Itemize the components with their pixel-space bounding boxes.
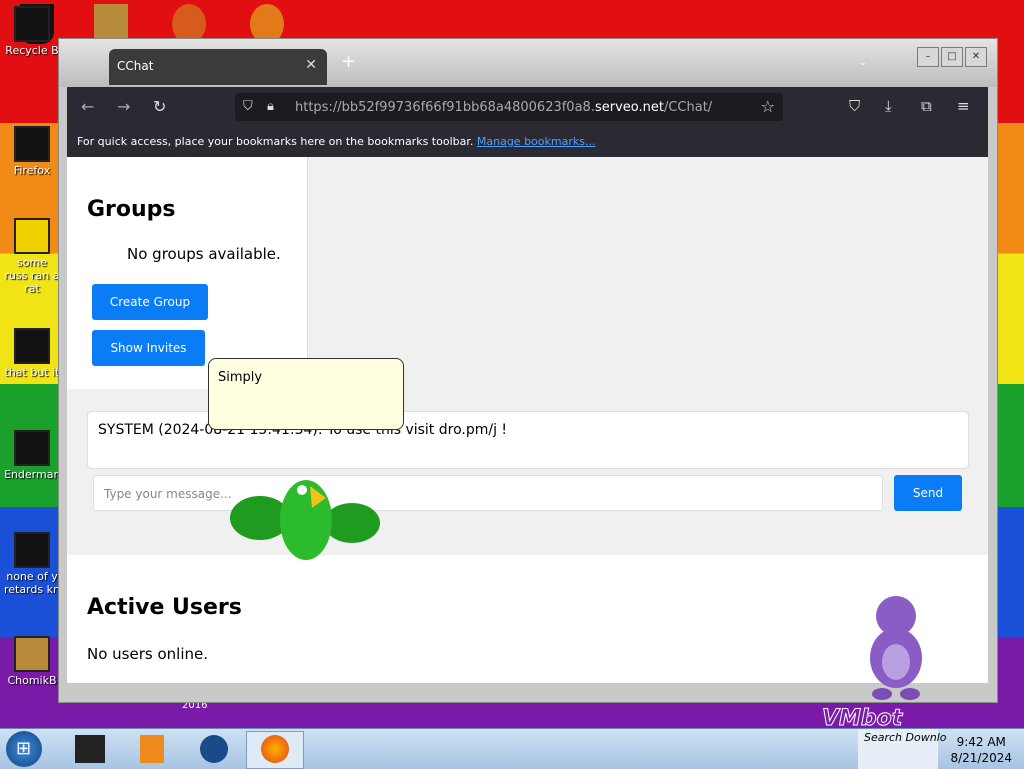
url-text[interactable]: https://bb52f99736f66f91bb68a4800623f0a8… xyxy=(295,100,712,115)
extensions-icon[interactable]: ⧉ xyxy=(921,97,932,115)
desktop-icon-label: ChomikB xyxy=(7,674,57,687)
desktop-icon-file-3[interactable]: none of y retards kn xyxy=(4,532,60,596)
taskbar-app-media[interactable] xyxy=(124,731,180,767)
media-player-icon xyxy=(140,735,164,763)
close-tab-icon[interactable]: ✕ xyxy=(305,57,317,73)
app-icon xyxy=(75,735,105,763)
download-icon[interactable]: ⤓ xyxy=(885,97,892,115)
clock[interactable]: 9:42 AM 8/21/2024 xyxy=(950,734,1012,766)
pocket-icon[interactable]: ⛉ xyxy=(849,97,860,115)
clock-time: 9:42 AM xyxy=(956,735,1006,749)
desktop-icon-file-1[interactable]: some russ ran a rat xyxy=(4,218,60,295)
taskbar-app-firefox[interactable] xyxy=(246,731,304,769)
lock-icon[interactable]: 🔒︎ xyxy=(267,99,274,114)
bookmarks-hint: For quick access, place your bookmarks h… xyxy=(77,135,474,148)
new-tab-button[interactable]: + xyxy=(341,51,356,72)
recycle-bin-icon xyxy=(14,6,50,42)
create-group-button[interactable]: Create Group xyxy=(92,284,208,320)
tab-cchat[interactable]: CChat ✕ xyxy=(109,49,327,85)
start-button[interactable]: ⊞ xyxy=(6,731,42,767)
close-window-button[interactable]: ✕ xyxy=(965,47,987,67)
groups-panel: Groups No groups available. Create Group… xyxy=(67,157,308,389)
groups-title: Groups xyxy=(87,197,176,222)
active-users-panel: Active Users No users online. xyxy=(67,555,988,683)
desktop-icon-label: none of y retards kn xyxy=(4,570,60,596)
search-downloads-text: Search Downlo xyxy=(864,731,947,744)
menu-icon[interactable]: ≡ xyxy=(957,97,970,115)
tab-strip: CChat ✕ + ⌄ – □ ✕ xyxy=(59,39,997,87)
desktop-icon-file-2[interactable]: that but it xyxy=(4,328,60,379)
bookmarks-toolbar: For quick access, place your bookmarks h… xyxy=(67,127,988,157)
clock-date: 8/21/2024 xyxy=(950,751,1012,765)
list-tabs-icon[interactable]: ⌄ xyxy=(859,57,867,68)
url-host-dim: bb52f99736f66f91bb68a4800623f0a8. xyxy=(341,100,595,115)
file-icon xyxy=(14,328,50,364)
parrot-eye xyxy=(297,485,307,495)
url-bar[interactable]: ⛉ 🔒︎ https://bb52f99736f66f91bb68a480062… xyxy=(235,93,783,121)
desktop-icon-enderman[interactable]: Enderman xyxy=(4,430,60,481)
maximize-button[interactable]: □ xyxy=(941,47,963,67)
url-host: serveo.net xyxy=(594,100,664,115)
taskbar-app-globe[interactable] xyxy=(186,731,242,767)
forward-icon[interactable]: → xyxy=(117,97,130,116)
desktop-icon-firefox[interactable]: Firefox xyxy=(4,126,60,177)
bookmark-star-icon[interactable]: ☆ xyxy=(761,97,775,116)
file-icon xyxy=(14,430,50,466)
send-button[interactable]: Send xyxy=(894,475,962,511)
speech-bubble-text: Simply xyxy=(218,370,263,385)
groups-empty-text: No groups available. xyxy=(127,245,281,263)
desktop-icon-label: Recycle B xyxy=(5,44,59,57)
speech-bubble: Simply xyxy=(208,358,404,430)
bonzi-foot-right xyxy=(900,688,920,700)
desktop-icon-label: Enderman xyxy=(4,468,61,481)
file-icon xyxy=(14,532,50,568)
bonzi-belly xyxy=(882,644,910,680)
parrot-character[interactable] xyxy=(230,468,380,568)
message-input[interactable]: Type your message... xyxy=(93,475,883,511)
show-invites-button[interactable]: Show Invites xyxy=(92,330,205,366)
windows-logo-icon: ⊞ xyxy=(16,738,32,759)
desktop-icon-label: some russ ran a rat xyxy=(4,256,60,295)
taskbar-app-1[interactable] xyxy=(62,731,118,767)
file-icon xyxy=(14,218,50,254)
shield-icon[interactable]: ⛉ xyxy=(243,99,253,114)
firefox-icon xyxy=(14,126,50,162)
url-prefix: https:// xyxy=(295,100,342,115)
globe-icon xyxy=(200,735,228,763)
manage-bookmarks-link[interactable]: Manage bookmarks... xyxy=(477,135,596,148)
window-controls: – □ ✕ xyxy=(917,47,987,67)
desktop-icon-recycle-bin[interactable]: Recycle B xyxy=(4,6,60,57)
url-path: /CChat/ xyxy=(663,100,713,115)
file-icon xyxy=(14,636,50,672)
minimize-button[interactable]: – xyxy=(917,47,939,67)
page-content: Groups No groups available. Create Group… xyxy=(67,157,988,683)
reload-icon[interactable]: ↻ xyxy=(153,97,166,116)
nav-toolbar: ← → ↻ ⛉ 🔒︎ https://bb52f99736f66f91bb68a… xyxy=(67,87,988,127)
bonzi-character[interactable] xyxy=(856,592,936,702)
desktop-icon-label: Firefox xyxy=(13,164,51,177)
active-users-title: Active Users xyxy=(87,595,242,620)
system-tray[interactable]: Search Downlo xyxy=(858,729,946,769)
desktop-icon-chomik[interactable]: ChomikB xyxy=(4,636,60,687)
active-users-empty-text: No users online. xyxy=(87,645,208,663)
tab-title: CChat xyxy=(117,59,154,73)
desktop-icon-label: that but it xyxy=(4,366,60,379)
taskbar: ⊞ Search Downlo 9:42 AM 8/21/2024 xyxy=(0,728,1024,769)
firefox-icon xyxy=(261,735,289,763)
bonzi-foot-left xyxy=(872,688,892,700)
back-icon[interactable]: ← xyxy=(81,97,94,116)
parrot-wing-right xyxy=(324,503,380,543)
